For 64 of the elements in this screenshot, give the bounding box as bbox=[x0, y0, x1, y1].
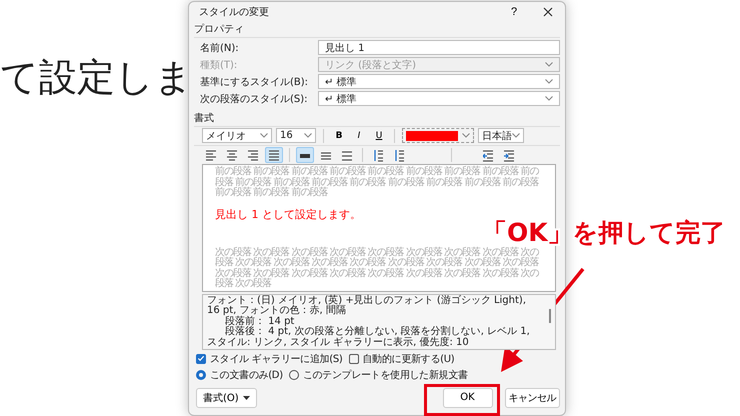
next-paragraph-text: 次の段落 次の段落 次の段落 次の段落 次の段落 次の段落 次の段落 次の段落 次の bbox=[215, 248, 538, 258]
format-menu-button[interactable]: 書式(O) bbox=[196, 388, 257, 408]
double-icon bbox=[342, 148, 352, 162]
chevron-down-icon bbox=[545, 79, 553, 84]
font-dropdown[interactable]: メイリオ bbox=[202, 128, 272, 143]
chevron-down-icon bbox=[545, 62, 553, 67]
chevron-down-icon bbox=[462, 133, 470, 138]
style-dropdown[interactable]: ↵ 標準 bbox=[318, 91, 560, 106]
checkbox[interactable] bbox=[196, 354, 206, 364]
outdent-icon bbox=[482, 148, 494, 162]
chevron-down-icon bbox=[545, 96, 553, 101]
caret-icon bbox=[242, 396, 250, 400]
name-field[interactable]: 見出し 1 bbox=[318, 40, 560, 55]
radio-option[interactable]: この文書のみ(D) bbox=[196, 368, 283, 382]
text-style-button[interactable]: I bbox=[351, 130, 367, 140]
close-icon bbox=[543, 6, 553, 16]
checkbox-option[interactable]: 自動的に更新する(U) bbox=[348, 352, 454, 366]
space-down-icon bbox=[394, 148, 404, 162]
align-left-icon bbox=[206, 148, 216, 162]
font-color-dropdown[interactable] bbox=[402, 128, 474, 143]
chevron-down-icon bbox=[260, 133, 268, 138]
align-right-icon bbox=[248, 148, 258, 162]
previous-paragraph-text: 前の段落 前の段落 前の段落 前の段落 前の段落 前の段落 前の段落 前の段落 前の bbox=[215, 167, 538, 177]
radio-button[interactable] bbox=[196, 370, 206, 380]
space-up-icon bbox=[372, 148, 384, 162]
description-text: 段落後： 4 pt, 次の段落と分離しない, 段落を分割しない, レベル 1, スタイル: リンク, スタイル ギャラリーに表示, 優先度: 10 bbox=[207, 327, 531, 348]
size-dropdown[interactable]: 16 bbox=[276, 128, 316, 143]
radio-option[interactable]: このテンプレートを使用した新規文書 bbox=[288, 368, 468, 382]
window-title: スタイルの変更 bbox=[199, 6, 270, 18]
align-center-icon bbox=[226, 148, 238, 162]
single-button[interactable] bbox=[296, 147, 314, 163]
indent-icon bbox=[504, 148, 514, 162]
justify-button[interactable] bbox=[265, 147, 283, 163]
checkbox-option[interactable]: スタイル ギャラリーに追加(S) bbox=[196, 352, 343, 366]
document-text: て設定しま bbox=[0, 54, 193, 101]
next-paragraph-text: 段落 次の段落 次の段落 次の段落 次の段落 次の段落 次の段落 次の段落 次の段落 bbox=[215, 258, 538, 268]
field-label: 基準にするスタイル(B): bbox=[200, 76, 310, 88]
description-text: 段落前： 14 pt bbox=[224, 316, 295, 327]
next-paragraph-text: 次の段落 次の段落 次の段落 次の段落 次の段落 次の段落 次の段落 次の段落 次の bbox=[215, 268, 538, 278]
cancel-button[interactable]: キャンセル bbox=[504, 388, 560, 408]
style-dropdown[interactable]: ↵ 標準 bbox=[318, 74, 560, 89]
heading-sample-text: 見出し 1 として設定します。 bbox=[215, 206, 361, 222]
checkmark-icon bbox=[197, 354, 205, 364]
ok-button[interactable]: OK bbox=[442, 388, 492, 408]
field-label: 次の段落のスタイル(S): bbox=[200, 92, 309, 106]
annotation-text: 「OK」を押して完了 bbox=[482, 219, 726, 246]
section-heading: 書式 bbox=[194, 110, 560, 127]
text-style-button[interactable]: U bbox=[371, 130, 387, 140]
language-dropdown[interactable]: 日本語 bbox=[478, 128, 524, 143]
previous-paragraph-text: 段落 前の段落 前の段落 前の段落 前の段落 前の段落 前の段落 前の段落 前の段落 bbox=[215, 178, 538, 188]
section-heading: プロパティ bbox=[194, 21, 560, 38]
scrollbar[interactable] bbox=[549, 309, 551, 323]
description-text: フォント：(日) メイリオ, (英) +見出しのフォント (游ゴシック Light), 16 pt, フォントの色：赤, 間隔 bbox=[207, 296, 527, 316]
field-label: 種類(T): bbox=[200, 58, 238, 72]
justify-icon bbox=[268, 148, 280, 162]
field-label: 名前(N): bbox=[200, 42, 240, 54]
chevron-down-icon bbox=[304, 133, 312, 138]
chevron-down-icon bbox=[512, 133, 520, 138]
text-style-button[interactable]: B bbox=[331, 130, 347, 140]
next-paragraph-text: 段落 次の段落 bbox=[215, 279, 272, 290]
radio-button[interactable] bbox=[288, 370, 299, 380]
previous-paragraph-text: 前の段落 前の段落 前の段落 bbox=[215, 188, 328, 198]
help-button[interactable]: ? bbox=[497, 0, 531, 24]
checkbox[interactable] bbox=[348, 354, 359, 364]
